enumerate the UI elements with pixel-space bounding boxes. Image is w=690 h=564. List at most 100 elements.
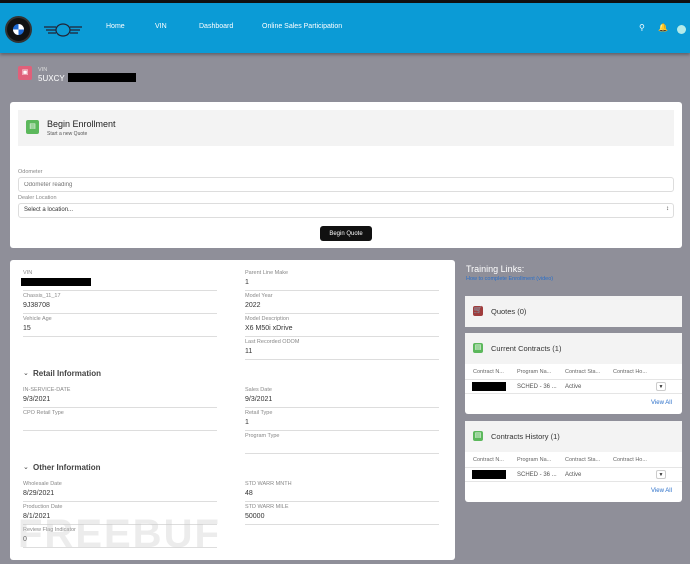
document-icon: ▤ [473, 431, 483, 441]
column-header[interactable]: Program Na... [517, 369, 551, 375]
dealer-location-select[interactable]: Select a location... ↕ [18, 203, 674, 218]
field-divider [245, 430, 439, 431]
field-divider [245, 313, 439, 314]
other-left-0-value: 8/29/2021 [23, 490, 55, 497]
nav-home[interactable]: Home [106, 23, 125, 30]
view-all-link[interactable]: View All [651, 400, 672, 406]
search-icon[interactable]: ⚲ [639, 23, 645, 32]
nav-vin[interactable]: VIN [155, 23, 167, 30]
redacted-contract-number [472, 470, 506, 479]
field-divider [23, 336, 217, 337]
retail-information-section[interactable]: Retail Information [33, 369, 101, 378]
program-name: SCHED - 36 ... [517, 384, 557, 390]
other-left-0-label: Wholesale Date [23, 481, 62, 487]
detail-left-0-label: VIN [23, 270, 33, 276]
detail-right-0-value: 1 [245, 279, 249, 286]
current-contracts-title[interactable]: Current Contracts (1) [491, 344, 561, 353]
enrollment-title: Begin Enrollment [47, 119, 116, 129]
column-header[interactable]: Program Na... [517, 457, 551, 463]
current-contracts-card: ▤ Current Contracts (1) Contract N... Pro… [465, 333, 682, 414]
cart-icon: 🛒 [473, 306, 483, 316]
odometer-label: Odometer [18, 169, 43, 175]
column-header[interactable]: Contract Ho... [613, 457, 647, 463]
detail-right-1-label: Model Year [245, 293, 273, 299]
detail-right-3-value: 11 [245, 348, 253, 355]
retail-right-1-value: 1 [245, 419, 249, 426]
field-divider [245, 453, 439, 454]
contracts-history-card: ▤ Contracts History (1) Contract N... Pro… [465, 421, 682, 502]
document-icon: ▤ [26, 120, 39, 134]
quotes-title[interactable]: Quotes (0) [491, 307, 526, 316]
field-divider [23, 430, 217, 431]
row-actions-chevron-down-icon[interactable]: ▼ [656, 382, 666, 391]
field-divider [245, 359, 439, 360]
retail-right-1-label: Retail Type [245, 410, 273, 416]
field-divider [245, 336, 439, 337]
detail-right-1-value: 2022 [245, 302, 261, 309]
retail-right-0-label: Sales Date [245, 387, 272, 393]
table-row: SCHED - 36 ... Active ▼ [465, 380, 682, 394]
quotes-card: 🛒 Quotes (0) [465, 296, 682, 327]
odometer-input[interactable] [18, 177, 674, 192]
other-information-section[interactable]: Other Information [33, 463, 101, 472]
training-links-title: Training Links: [466, 264, 525, 274]
column-header[interactable]: Contract Ho... [613, 369, 647, 375]
field-divider [245, 524, 439, 525]
training-video-link[interactable]: How to complete Enrollment (video) [466, 276, 553, 282]
detail-right-0-label: Parent Line Make [245, 270, 289, 276]
detail-left-1-label: Chassis_11_17 [23, 293, 61, 299]
enrollment-header: ▤ Begin Enrollment Start a new Quote [18, 110, 674, 146]
nav-online-sales-participation[interactable]: Online Sales Participation [262, 23, 342, 30]
contract-status: Active [565, 384, 582, 390]
column-header[interactable]: Contract N... [473, 369, 504, 375]
other-right-0-value: 48 [245, 490, 253, 497]
enrollment-card: ▤ Begin Enrollment Start a new Quote Odo… [10, 102, 682, 248]
retail-left-1-label: CPO Retail Type [23, 410, 64, 416]
field-divider [23, 501, 217, 502]
chevron-down-icon[interactable]: ⌄ [23, 463, 29, 471]
field-divider [23, 407, 217, 408]
mini-logo[interactable] [42, 23, 84, 37]
column-header[interactable]: Contract Sta... [565, 369, 600, 375]
detail-left-2-value: 15 [23, 325, 31, 332]
dealer-location-label: Dealer Location [18, 195, 57, 201]
select-arrows-icon: ↕ [666, 206, 669, 212]
other-right-0-label: STD WARR MNTH [245, 481, 292, 487]
field-divider [245, 407, 439, 408]
other-right-1-value: 50000 [245, 513, 265, 520]
dealer-location-value: Select a location... [24, 207, 74, 213]
view-all-link[interactable]: View All [651, 488, 672, 494]
record-vin: 5UXCY [38, 74, 65, 83]
redacted-vin [21, 278, 91, 286]
field-divider [245, 501, 439, 502]
row-actions-chevron-down-icon[interactable]: ▼ [656, 470, 666, 479]
nav-dashboard[interactable]: Dashboard [199, 23, 233, 30]
begin-quote-button[interactable]: Begin Quote [320, 226, 372, 241]
record-type-label: VIN [38, 67, 48, 73]
retail-left-0-value: 9/3/2021 [23, 396, 51, 403]
user-avatar-icon[interactable] [677, 25, 686, 34]
table-row: SCHED - 36 ... Active ▼ [465, 468, 682, 482]
bell-icon[interactable]: 🔔 [658, 23, 668, 32]
detail-right-2-label: Model Description [245, 316, 290, 322]
contracts-history-title[interactable]: Contracts History (1) [491, 432, 560, 441]
program-name: SCHED - 36 ... [517, 472, 557, 478]
other-left-1-label: Production Date [23, 504, 63, 510]
enrollment-subtitle: Start a new Quote [47, 131, 88, 137]
detail-right-2-value: X6 M50i xDrive [245, 325, 293, 332]
bmw-logo[interactable] [5, 16, 32, 43]
document-icon: ▤ [473, 343, 483, 353]
chevron-down-icon[interactable]: ⌄ [23, 369, 29, 377]
contract-status: Active [565, 472, 582, 478]
column-header[interactable]: Contract N... [473, 457, 504, 463]
field-divider [23, 290, 217, 291]
other-right-1-label: STD WARR MILE [245, 504, 289, 510]
detail-left-2-label: Vehicle Age [23, 316, 52, 322]
field-divider [245, 290, 439, 291]
redacted-vin [68, 73, 136, 82]
field-divider [23, 313, 217, 314]
retail-left-0-label: IN-SERVICE-DATE [23, 387, 71, 393]
column-header[interactable]: Contract Sta... [565, 457, 600, 463]
detail-left-1-value: 9J38708 [23, 302, 50, 309]
retail-right-0-value: 9/3/2021 [245, 396, 273, 403]
